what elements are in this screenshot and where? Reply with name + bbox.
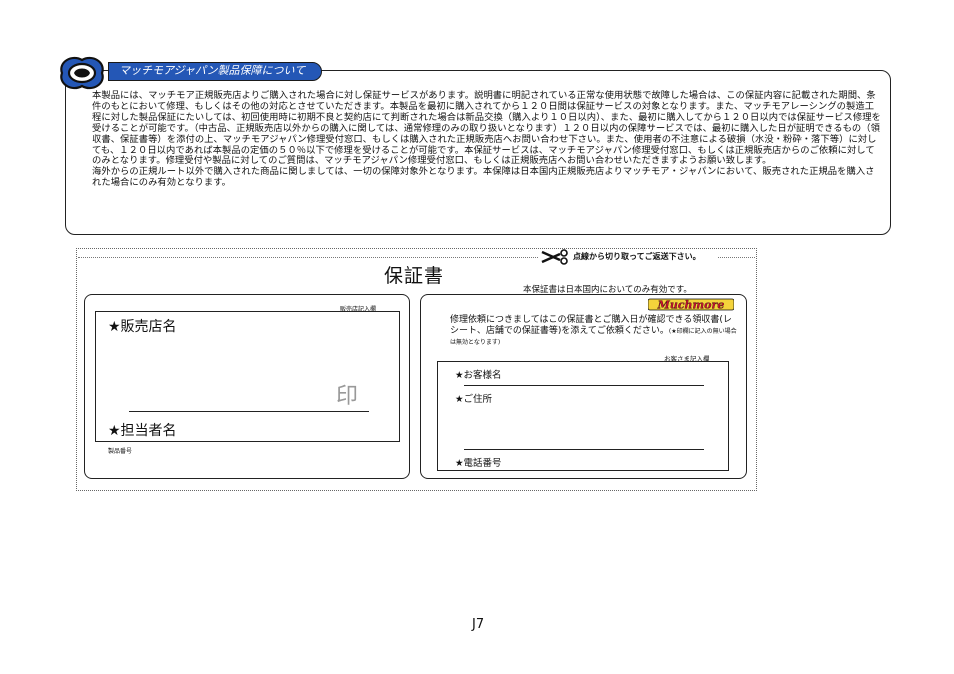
customer-address-line: [464, 449, 704, 450]
customer-address-label: ★ご住所: [455, 394, 493, 405]
store-name-label: ★販売店名: [108, 319, 177, 335]
page-number: J7: [472, 617, 485, 632]
brand-emblem-icon: [60, 56, 104, 90]
svg-text:Muchmore: Muchmore: [657, 299, 725, 312]
store-name-line: [129, 411, 369, 412]
staff-name-label: ★担当者名: [108, 423, 177, 439]
repair-request-text: 修理依頼につきましてはこの保証書とご購入日が確認できる領収書(レシート、店舗での…: [450, 315, 740, 348]
customer-phone-label: ★電話番号: [455, 458, 502, 469]
cut-line: [718, 257, 755, 258]
warranty-notice-text: 本製品には、マッチモア正規販売店よりご購入された場合に対し保証サービスがあります…: [92, 90, 882, 189]
brand-logo: Muchmore: [648, 298, 734, 312]
scissors-icon: [541, 249, 568, 265]
serial-number-label: 製品番号: [108, 448, 133, 455]
cut-line: [78, 257, 538, 258]
notice-paragraph: 海外からの正規ルート以外で購入された商品に関しましては、一切の保障対象外となりま…: [92, 166, 875, 189]
card-title: 保証書: [384, 265, 445, 287]
customer-name-line: [464, 385, 704, 386]
cut-instruction: 点線から切り取ってご返送下さい。: [573, 252, 701, 261]
seal-mark: 印: [336, 384, 359, 409]
notice-heading-tab: マッチモアジャパン製品保障について: [108, 62, 322, 81]
notice-heading: マッチモアジャパン製品保障について: [119, 64, 306, 77]
customer-name-label: ★お客様名: [455, 370, 502, 381]
notice-paragraph: 本製品には、マッチモア正規販売店よりご購入された場合に対し保証サービスがあります…: [92, 90, 881, 167]
